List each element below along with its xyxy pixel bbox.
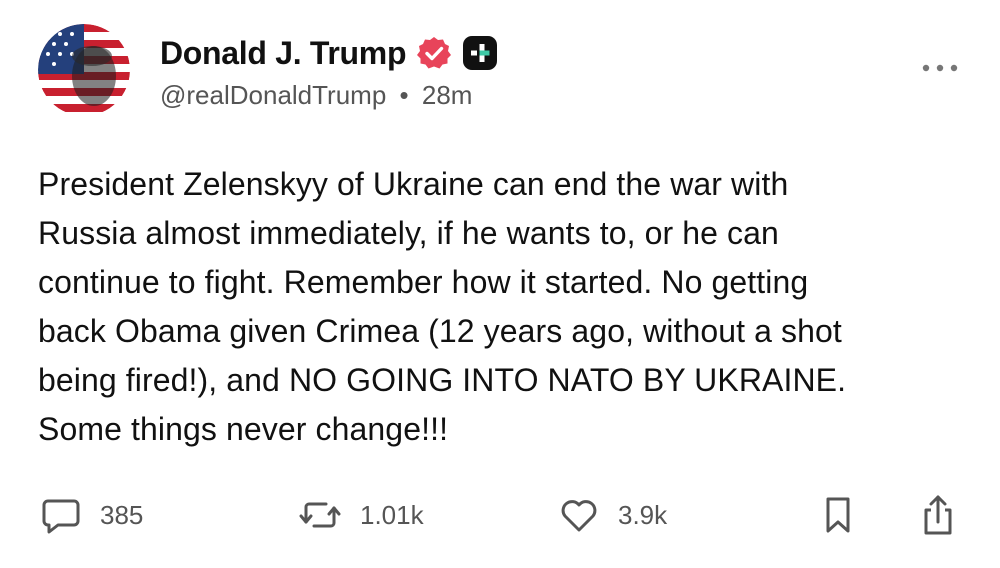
- like-button[interactable]: 3.9k: [558, 490, 667, 540]
- share-button[interactable]: [918, 490, 958, 540]
- post-text-line: being fired!), and NO GOING INTO NATO BY…: [38, 362, 847, 398]
- post-timestamp[interactable]: 28m: [422, 80, 473, 110]
- post-text-line: President Zelenskyy of Ukraine can end t…: [38, 166, 789, 202]
- more-options-icon[interactable]: [920, 58, 960, 78]
- reply-button[interactable]: 385: [40, 490, 143, 540]
- avatar[interactable]: [38, 24, 130, 116]
- heart-icon: [558, 494, 600, 536]
- bookmark-button[interactable]: [818, 490, 858, 540]
- post-text-line: Some things never change!!!: [38, 411, 449, 447]
- retruth-icon: [298, 494, 342, 536]
- post-text-line: continue to fight. Remember how it start…: [38, 264, 809, 300]
- post-text-line: back Obama given Crimea (12 years ago, w…: [38, 313, 842, 349]
- truth-social-icon: [462, 35, 498, 71]
- meta-separator: •: [399, 80, 409, 110]
- reply-count: 385: [100, 499, 144, 530]
- author-meta: @realDonaldTrump • 28m: [160, 80, 472, 111]
- reply-icon: [40, 494, 82, 536]
- retruth-button[interactable]: 1.01k: [298, 490, 424, 540]
- action-bar: 385 1.01k 3.9k: [0, 490, 1000, 540]
- avatar-image: [38, 24, 130, 116]
- post-text: President Zelenskyy of Ukraine can end t…: [38, 160, 978, 454]
- author-handle[interactable]: @realDonaldTrump: [160, 80, 386, 110]
- like-count: 3.9k: [618, 499, 668, 530]
- bookmark-icon: [818, 494, 858, 536]
- post-card: Donald J. Trump @realDonaldTrump • 28m P…: [0, 0, 1000, 568]
- retruth-count: 1.01k: [360, 499, 424, 530]
- post-text-line: Russia almost immediately, if he wants t…: [38, 215, 779, 251]
- author-display-name[interactable]: Donald J. Trump: [160, 35, 407, 72]
- share-icon: [918, 493, 958, 537]
- author-name-row: Donald J. Trump: [160, 30, 498, 76]
- verified-badge-icon: [416, 35, 452, 71]
